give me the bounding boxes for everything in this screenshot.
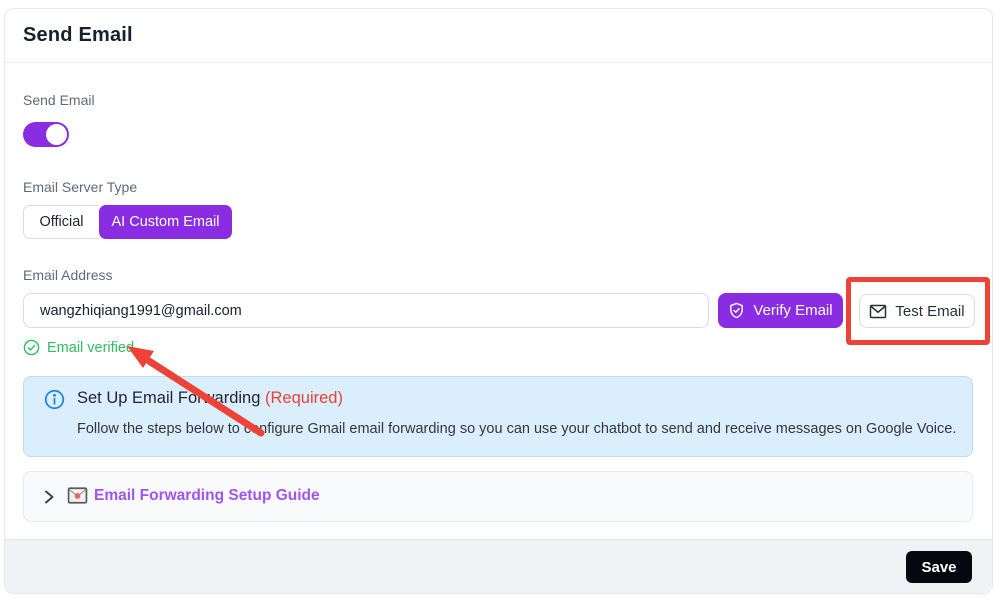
segment-ai-custom-email-label: AI Custom Email bbox=[112, 214, 220, 230]
save-button[interactable]: Save bbox=[906, 551, 972, 583]
page-title: Send Email bbox=[23, 24, 133, 47]
card-header: Send Email bbox=[5, 9, 992, 63]
info-circle-icon bbox=[44, 389, 65, 410]
info-title-text: Set Up Email Forwarding bbox=[77, 389, 260, 407]
segment-official-label: Official bbox=[39, 214, 83, 230]
email-forwarding-info-box: Set Up Email Forwarding (Required) Follo… bbox=[23, 376, 973, 457]
info-box-description: Follow the steps below to configure Gmai… bbox=[77, 421, 956, 437]
send-email-label: Send Email bbox=[23, 92, 95, 108]
send-email-toggle[interactable] bbox=[23, 122, 69, 147]
verify-email-button[interactable]: Verify Email bbox=[718, 293, 843, 328]
test-email-button-label: Test Email bbox=[895, 303, 964, 320]
verify-email-button-label: Verify Email bbox=[753, 302, 832, 319]
email-forwarding-setup-guide-collapse[interactable]: Email Forwarding Setup Guide bbox=[23, 471, 973, 522]
shield-check-icon bbox=[728, 302, 745, 319]
segment-official[interactable]: Official bbox=[23, 205, 99, 239]
segment-ai-custom-email[interactable]: AI Custom Email bbox=[99, 205, 232, 239]
email-address-label: Email Address bbox=[23, 267, 112, 283]
email-server-type-segmented-control: Official AI Custom Email bbox=[23, 205, 232, 239]
info-box-title: Set Up Email Forwarding (Required) bbox=[77, 389, 343, 408]
settings-card: Send Email Send Email Email Server Type … bbox=[4, 8, 993, 594]
email-server-type-label: Email Server Type bbox=[23, 179, 137, 195]
envelope-icon bbox=[869, 304, 887, 319]
check-circle-icon bbox=[23, 339, 40, 356]
email-envelope-icon bbox=[67, 487, 88, 504]
card-footer: Save bbox=[5, 539, 992, 593]
guide-title: Email Forwarding Setup Guide bbox=[94, 487, 320, 505]
chevron-right-icon bbox=[42, 488, 56, 506]
toggle-knob bbox=[46, 124, 67, 145]
email-verified-status: Email verified bbox=[23, 339, 134, 356]
required-tag: (Required) bbox=[265, 389, 343, 407]
email-address-input[interactable] bbox=[23, 293, 709, 328]
email-verified-text: Email verified bbox=[47, 340, 134, 356]
test-email-button[interactable]: Test Email bbox=[859, 294, 975, 328]
send-email-settings-page: Send Email Send Email Email Server Type … bbox=[0, 0, 1001, 607]
